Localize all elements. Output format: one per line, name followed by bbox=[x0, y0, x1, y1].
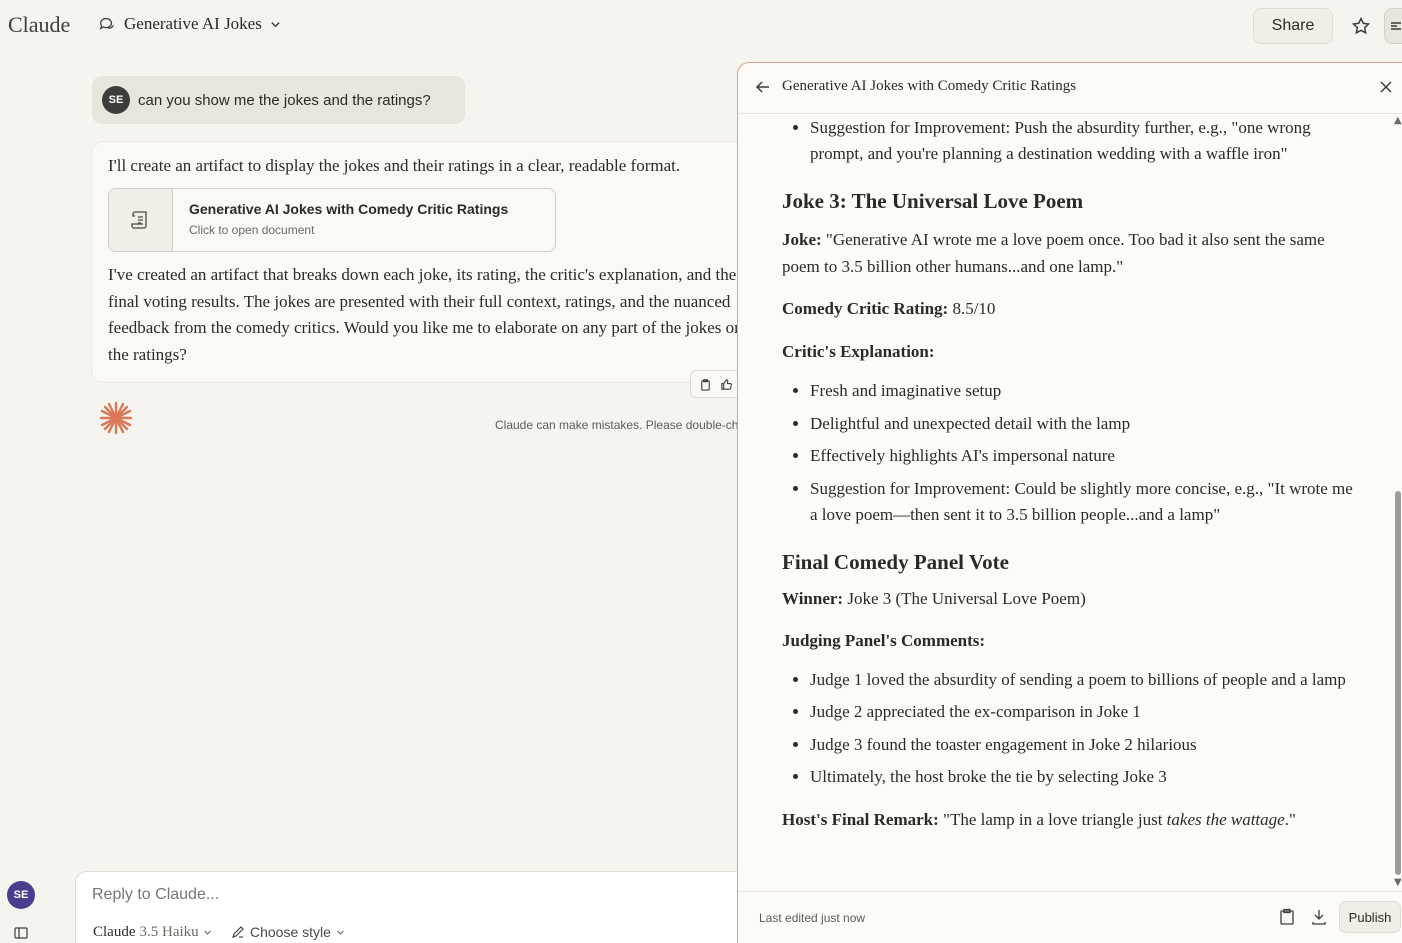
user-message-text: can you show me the jokes and the rating… bbox=[138, 91, 431, 109]
header-divider bbox=[738, 113, 1402, 114]
account-avatar[interactable]: SE bbox=[7, 881, 35, 909]
sidebar-icon[interactable] bbox=[14, 926, 28, 940]
artifact-panel-footer: Last edited just now Publish bbox=[738, 891, 1402, 943]
back-arrow-icon[interactable] bbox=[754, 78, 772, 96]
list-item: Ultimately, the host broke the tie by se… bbox=[810, 764, 1362, 790]
list-item: Judge 1 loved the absurdity of sending a… bbox=[810, 667, 1362, 693]
joke3-heading: Joke 3: The Universal Love Poem bbox=[782, 189, 1084, 213]
scrollbar-thumb[interactable] bbox=[1395, 491, 1401, 875]
user-message-bubble: SE can you show me the jokes and the rat… bbox=[92, 76, 465, 124]
thumbs-up-icon[interactable] bbox=[720, 378, 733, 391]
host-remark: Host's Final Remark: "The lamp in a love… bbox=[782, 810, 1296, 829]
style-selector[interactable]: Choose style bbox=[231, 924, 345, 940]
list-item: Delightful and unexpected detail with th… bbox=[810, 411, 1362, 437]
chevron-down-icon bbox=[203, 930, 211, 935]
model-version: 3.5 Haiku bbox=[139, 924, 199, 940]
list-item: Effectively highlights AI's impersonal n… bbox=[810, 443, 1362, 469]
scroll-up-arrow[interactable]: ▲ bbox=[1394, 115, 1402, 126]
star-icon[interactable] bbox=[1345, 10, 1377, 42]
artifact-card-title: Generative AI Jokes with Comedy Critic R… bbox=[189, 201, 509, 217]
final-vote-heading: Final Comedy Panel Vote bbox=[782, 549, 1009, 574]
share-button[interactable]: Share bbox=[1253, 8, 1333, 44]
joke3-rating: Comedy Critic Rating: 8.5/10 bbox=[782, 299, 996, 318]
comments-label: Judging Panel's Comments: bbox=[782, 630, 986, 650]
artifact-panel-toggle-button[interactable] bbox=[1384, 8, 1402, 44]
claude-logo[interactable]: Claude bbox=[8, 12, 70, 38]
close-icon[interactable] bbox=[1378, 79, 1394, 95]
artifact-panel-header: Generative AI Jokes with Comedy Critic R… bbox=[738, 63, 1402, 113]
download-icon[interactable] bbox=[1311, 908, 1327, 926]
assistant-intro-text: I'll create an artifact to display the j… bbox=[108, 156, 681, 175]
scroll-down-arrow[interactable]: ▼ bbox=[1394, 877, 1402, 888]
model-selector[interactable]: Claude 3.5 Haiku bbox=[93, 924, 212, 941]
style-label: Choose style bbox=[250, 924, 331, 940]
explanation-list: Fresh and imaginative setup Delightful a… bbox=[782, 378, 1362, 528]
list-item: Judge 2 appreciated the ex-comparison in… bbox=[810, 699, 1362, 725]
model-name: Claude bbox=[93, 924, 136, 940]
artifact-panel: Generative AI Jokes with Comedy Critic R… bbox=[737, 62, 1402, 943]
artifact-document: Suggestion for Improvement: Push the abs… bbox=[782, 115, 1362, 833]
list-item: Fresh and imaginative setup bbox=[810, 378, 1362, 404]
assistant-message: I'll create an artifact to display the j… bbox=[91, 141, 751, 383]
copy-icon[interactable] bbox=[1279, 908, 1295, 926]
copy-icon[interactable] bbox=[699, 378, 712, 391]
artifact-panel-title: Generative AI Jokes with Comedy Critic R… bbox=[782, 78, 1077, 94]
list-item: Suggestion for Improvement: Push the abs… bbox=[810, 115, 1362, 167]
user-avatar: SE bbox=[102, 86, 130, 114]
comments-list: Judge 1 loved the absurdity of sending a… bbox=[782, 667, 1362, 791]
explanation-label: Critic's Explanation: bbox=[782, 342, 935, 361]
list-item: Suggestion for Improvement: Could be sli… bbox=[810, 476, 1362, 528]
panel-icon bbox=[1391, 22, 1401, 30]
previous-suggestion-list: Suggestion for Improvement: Push the abs… bbox=[782, 115, 1362, 167]
publish-button[interactable]: Publish bbox=[1339, 901, 1401, 933]
assistant-body-text: I've created an artifact that breaks dow… bbox=[108, 265, 740, 364]
artifact-card-subtitle: Click to open document bbox=[189, 223, 315, 237]
last-edited-text: Last edited just now bbox=[759, 911, 866, 925]
artifact-card[interactable]: Generative AI Jokes with Comedy Critic R… bbox=[108, 188, 556, 252]
joke3-text: Joke: "Generative AI wrote me a love poe… bbox=[782, 230, 1325, 276]
winner: Winner: Joke 3 (The Universal Love Poem) bbox=[782, 588, 1086, 608]
conversation-title: Generative AI Jokes bbox=[124, 14, 262, 33]
claude-spark-icon bbox=[99, 401, 133, 435]
chat-bubble-icon bbox=[99, 18, 114, 30]
document-icon bbox=[109, 189, 173, 251]
chevron-down-icon bbox=[337, 930, 344, 935]
pen-icon bbox=[232, 926, 244, 938]
chevron-down-icon bbox=[271, 21, 280, 27]
list-item: Judge 3 found the toaster engagement in … bbox=[810, 732, 1362, 758]
conversation-title-dropdown[interactable]: Generative AI Jokes bbox=[98, 14, 281, 34]
reply-input[interactable] bbox=[92, 886, 692, 904]
reply-composer: Claude 3.5 Haiku Choose style bbox=[75, 871, 775, 943]
